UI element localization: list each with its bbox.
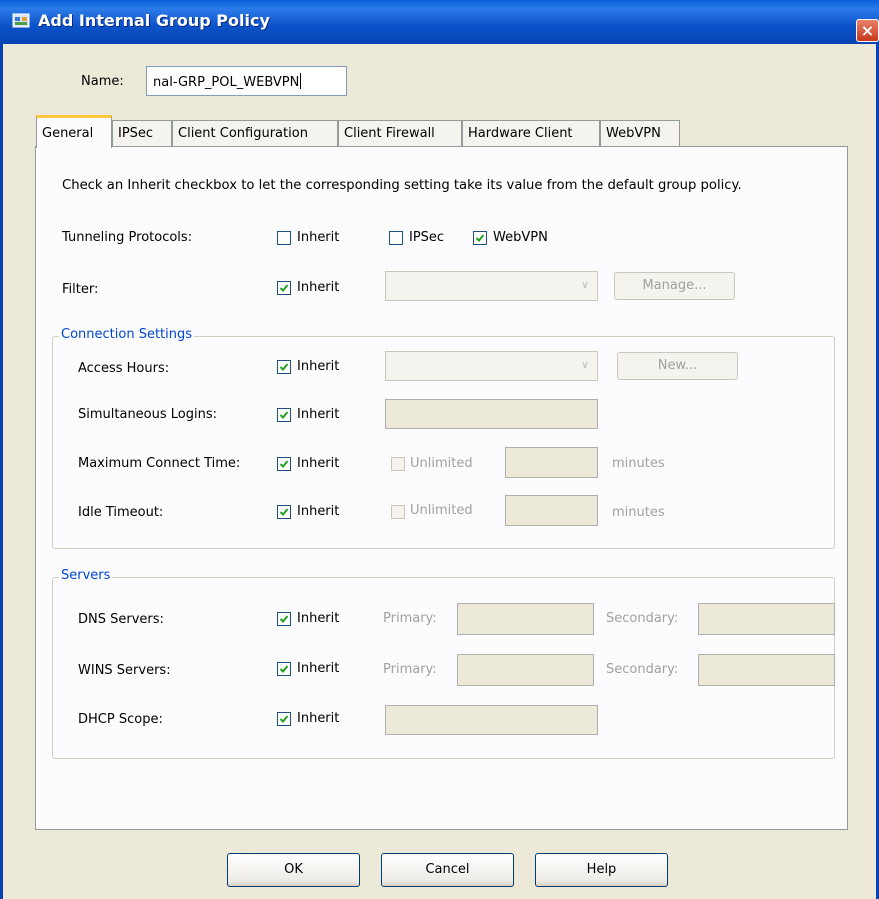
tab-general[interactable]: General bbox=[36, 115, 112, 148]
checkmark-icon bbox=[279, 284, 289, 292]
checkmark-icon bbox=[279, 363, 289, 371]
close-button[interactable]: × bbox=[856, 19, 879, 42]
max-connect-minutes-field[interactable] bbox=[505, 447, 598, 478]
help-button[interactable]: Help bbox=[535, 853, 668, 887]
dhcp-inherit-label: Inherit bbox=[297, 711, 340, 726]
app-icon bbox=[12, 13, 30, 28]
access-hours-combo[interactable]: ∨ bbox=[385, 351, 598, 381]
max-connect-time-label: Maximum Connect Time: bbox=[78, 456, 241, 471]
connection-settings-title: Connection Settings bbox=[59, 327, 195, 342]
new-button[interactable]: New... bbox=[617, 352, 738, 380]
checkmark-icon bbox=[279, 715, 289, 723]
checkmark-icon bbox=[279, 508, 289, 516]
wins-servers-label: WINS Servers: bbox=[78, 663, 171, 678]
tab-hardware-client[interactable]: Hardware Client bbox=[462, 120, 600, 146]
idle-timeout-label: Idle Timeout: bbox=[78, 505, 164, 520]
title-bar[interactable]: Add Internal Group Policy × bbox=[0, 0, 879, 44]
tab-general-label: General bbox=[42, 126, 94, 141]
tunneling-protocols-label: Tunneling Protocols: bbox=[62, 230, 193, 245]
wins-secondary-label: Secondary: bbox=[606, 662, 679, 677]
filter-label: Filter: bbox=[62, 282, 99, 297]
instruction-text: Check an Inherit checkbox to let the cor… bbox=[62, 178, 742, 193]
webvpn-checkbox[interactable] bbox=[473, 231, 487, 245]
tab-client-configuration-label: Client Configuration bbox=[178, 126, 308, 141]
tab-client-firewall[interactable]: Client Firewall bbox=[338, 120, 462, 146]
wins-primary-label: Primary: bbox=[383, 662, 437, 677]
dhcp-scope-label: DHCP Scope: bbox=[78, 712, 163, 727]
dns-secondary-field[interactable] bbox=[698, 603, 835, 635]
text-caret bbox=[300, 73, 302, 89]
dhcp-scope-field[interactable] bbox=[385, 705, 598, 735]
name-input[interactable]: nal-GRP_POL_WEBVPN bbox=[146, 66, 347, 96]
tab-hardware-client-label: Hardware Client bbox=[468, 126, 573, 141]
idle-unlimited-checkbox[interactable] bbox=[391, 505, 405, 519]
servers-title: Servers bbox=[59, 568, 113, 583]
max-connect-unlimited-label: Unlimited bbox=[410, 456, 473, 471]
name-label: Name: bbox=[81, 74, 124, 89]
idle-minutes-unit: minutes bbox=[612, 505, 665, 520]
idle-inherit-checkbox[interactable] bbox=[277, 505, 291, 519]
close-icon: × bbox=[860, 21, 875, 40]
idle-unlimited-label: Unlimited bbox=[410, 503, 473, 518]
max-connect-minutes-unit: minutes bbox=[612, 456, 665, 471]
access-hours-inherit-label: Inherit bbox=[297, 359, 340, 374]
window-title: Add Internal Group Policy bbox=[38, 11, 270, 30]
ipsec-label: IPSec bbox=[409, 230, 445, 245]
chevron-down-icon: ∨ bbox=[581, 280, 589, 291]
checkmark-icon bbox=[279, 615, 289, 623]
checkmark-icon bbox=[279, 411, 289, 419]
max-connect-unlimited-checkbox[interactable] bbox=[391, 457, 405, 471]
tab-ipsec[interactable]: IPSec bbox=[112, 120, 172, 146]
simultaneous-inherit-label: Inherit bbox=[297, 407, 340, 422]
name-value: nal-GRP_POL_WEBVPN bbox=[153, 75, 300, 90]
ipsec-checkbox[interactable] bbox=[389, 231, 403, 245]
simultaneous-inherit-checkbox[interactable] bbox=[277, 408, 291, 422]
tab-client-firewall-label: Client Firewall bbox=[344, 126, 435, 141]
filter-combo[interactable]: ∨ bbox=[385, 271, 598, 301]
wins-secondary-field[interactable] bbox=[698, 654, 835, 686]
simultaneous-logins-label: Simultaneous Logins: bbox=[78, 407, 218, 422]
access-hours-inherit-checkbox[interactable] bbox=[277, 360, 291, 374]
tab-webvpn-label: WebVPN bbox=[606, 126, 661, 141]
dns-primary-field[interactable] bbox=[457, 603, 594, 635]
dns-inherit-checkbox[interactable] bbox=[277, 612, 291, 626]
wins-inherit-checkbox[interactable] bbox=[277, 662, 291, 676]
dns-secondary-label: Secondary: bbox=[606, 611, 679, 626]
dns-primary-label: Primary: bbox=[383, 611, 437, 626]
filter-inherit-label: Inherit bbox=[297, 280, 340, 295]
webvpn-label: WebVPN bbox=[493, 230, 548, 245]
max-connect-inherit-checkbox[interactable] bbox=[277, 457, 291, 471]
tunneling-inherit-checkbox[interactable] bbox=[277, 231, 291, 245]
checkmark-icon bbox=[279, 665, 289, 673]
tab-client-configuration[interactable]: Client Configuration bbox=[172, 120, 338, 146]
max-connect-inherit-label: Inherit bbox=[297, 456, 340, 471]
idle-minutes-field[interactable] bbox=[505, 495, 598, 526]
tab-ipsec-label: IPSec bbox=[118, 126, 154, 141]
wins-primary-field[interactable] bbox=[457, 654, 594, 686]
dns-servers-label: DNS Servers: bbox=[78, 612, 164, 627]
checkmark-icon bbox=[279, 460, 289, 468]
dns-inherit-label: Inherit bbox=[297, 611, 340, 626]
dhcp-inherit-checkbox[interactable] bbox=[277, 712, 291, 726]
access-hours-label: Access Hours: bbox=[78, 361, 170, 376]
chevron-down-icon: ∨ bbox=[581, 360, 589, 371]
wins-inherit-label: Inherit bbox=[297, 661, 340, 676]
manage-button[interactable]: Manage... bbox=[614, 272, 735, 300]
checkmark-icon bbox=[475, 234, 485, 242]
simultaneous-logins-field[interactable] bbox=[385, 399, 598, 429]
cancel-button[interactable]: Cancel bbox=[381, 853, 514, 887]
tab-webvpn[interactable]: WebVPN bbox=[600, 120, 680, 146]
tunneling-inherit-label: Inherit bbox=[297, 230, 340, 245]
filter-inherit-checkbox[interactable] bbox=[277, 281, 291, 295]
ok-button[interactable]: OK bbox=[227, 853, 360, 887]
idle-inherit-label: Inherit bbox=[297, 504, 340, 519]
